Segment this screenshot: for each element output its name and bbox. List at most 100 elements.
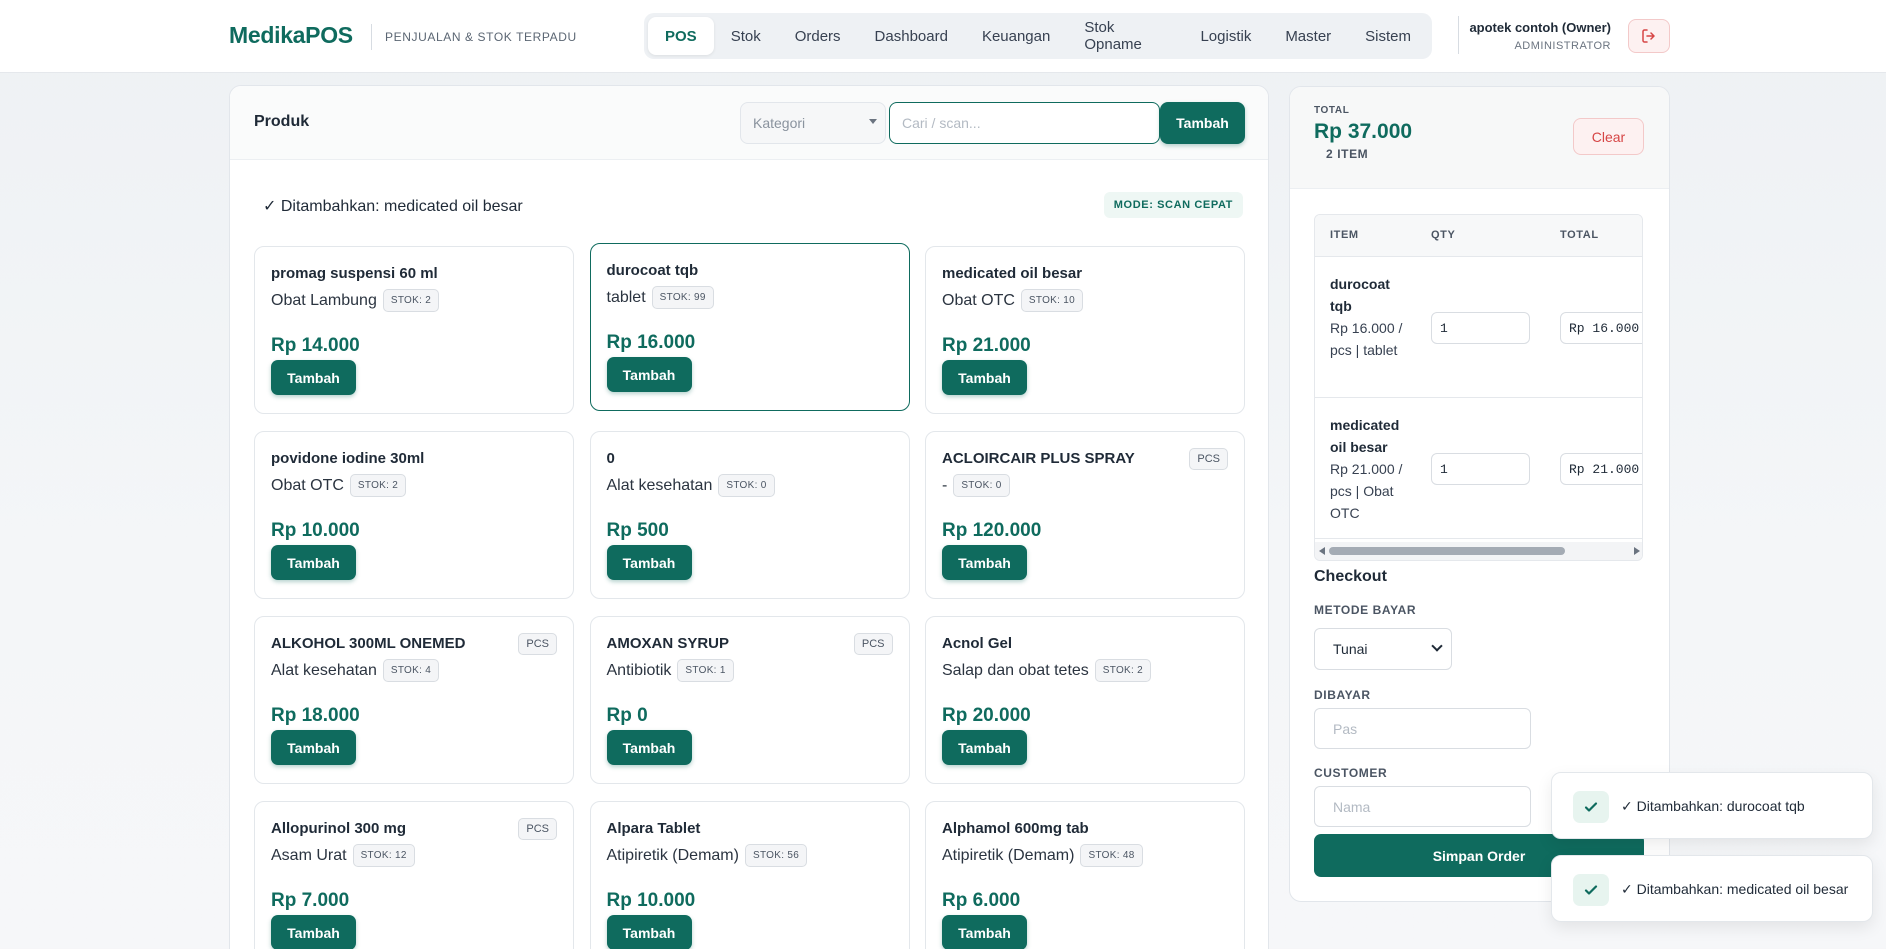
product-name: povidone iodine 30ml	[271, 450, 425, 467]
stock-badge: STOK: 10	[1020, 289, 1084, 312]
cart-item-name: durocoat tqb	[1330, 276, 1390, 314]
unit-badge: PCS	[853, 633, 893, 655]
line-total-input[interactable]	[1560, 453, 1642, 485]
product-category: Alat kesehatan	[271, 661, 377, 679]
payment-method-label: METODE BAYAR	[1314, 603, 1417, 617]
add-to-cart-button[interactable]: Tambah	[271, 360, 356, 395]
product-card[interactable]: medicated oil besar Obat OTC STOK: 10 Rp 21…	[925, 246, 1245, 414]
product-card[interactable]: ALKOHOL 300ML ONEMED PCS Alat kesehatan STO…	[254, 616, 574, 784]
nav-item-orders[interactable]: Orders	[778, 17, 858, 55]
add-to-cart-button[interactable]: Tambah	[606, 915, 692, 949]
stock-badge: STOK: 12	[352, 844, 415, 867]
add-to-cart-button[interactable]: Tambah	[271, 545, 356, 580]
product-category-row: Alat kesehatan STOK: 0	[607, 474, 775, 497]
product-category: Atipiretik (Demam)	[606, 846, 739, 864]
nav-item-keuangan[interactable]: Keuangan	[965, 17, 1067, 55]
brand-logo[interactable]: MedikaPOS	[229, 22, 353, 49]
category-select-label: Kategori	[753, 115, 806, 131]
product-card[interactable]: povidone iodine 30ml Obat OTC STOK: 2 Rp 10…	[254, 431, 574, 599]
quantity-input[interactable]	[1431, 312, 1530, 344]
stock-badge: STOK: 2	[349, 474, 407, 497]
nav-item-master[interactable]: Master	[1268, 17, 1348, 55]
scrollbar-thumb[interactable]	[1329, 547, 1565, 555]
product-card[interactable]: Alphamol 600mg tab Atipiretik (Demam) STOK…	[925, 801, 1245, 949]
scan-mode-badge: MODE: SCAN CEPAT	[1103, 192, 1243, 218]
logout-button[interactable]	[1628, 19, 1670, 53]
clear-cart-button[interactable]: Clear	[1573, 118, 1644, 155]
search-input[interactable]	[889, 102, 1160, 144]
product-grid: promag suspensi 60 ml Obat Lambung STOK: 2…	[254, 243, 1245, 949]
product-card[interactable]: Acnol Gel Salap dan obat tetes STOK: 2 Rp 2…	[925, 616, 1245, 784]
add-to-cart-button[interactable]: Tambah	[606, 357, 692, 392]
product-category: Asam Urat	[271, 846, 347, 864]
customer-label: CUSTOMER	[1314, 766, 1388, 780]
product-card[interactable]: ACLOIRCAIR PLUS SPRAY PCS - STOK: 0 Rp 120.0…	[925, 431, 1245, 599]
scroll-right-icon[interactable]	[1634, 547, 1640, 555]
paid-amount-input[interactable]	[1314, 708, 1531, 749]
toast-notification[interactable]: ✓ Ditambahkan: medicated oil besar	[1551, 855, 1873, 922]
product-category: Obat Lambung	[271, 291, 377, 309]
nav-item-stok[interactable]: Stok	[714, 17, 778, 55]
product-card[interactable]: AMOXAN SYRUP PCS Antibiotik STOK: 1 Rp 0 Tamb…	[589, 616, 910, 784]
top-bar: MedikaPOS PENJUALAN & STOK TERPADU POS St…	[0, 0, 1886, 73]
add-to-cart-button[interactable]: Tambah	[942, 545, 1027, 580]
add-to-cart-button[interactable]: Tambah	[271, 915, 356, 949]
product-category: Obat OTC	[271, 476, 344, 494]
add-to-cart-button[interactable]: Tambah	[271, 730, 356, 765]
add-to-cart-button[interactable]: Tambah	[606, 545, 692, 580]
toast-notification[interactable]: ✓ Ditambahkan: durocoat tqb	[1551, 772, 1873, 839]
payment-method-select[interactable]: Tunai	[1314, 628, 1452, 670]
product-card[interactable]: Allopurinol 300 mg PCS Asam Urat STOK: 12 Rp…	[254, 801, 574, 949]
add-to-cart-button[interactable]: Tambah	[942, 730, 1027, 765]
stock-badge: STOK: 99	[651, 286, 714, 309]
category-select[interactable]: Kategori	[740, 102, 886, 144]
user-divider	[1458, 16, 1459, 54]
last-added-message: ✓ Ditambahkan: medicated oil besar	[263, 198, 523, 215]
nav-item-sistem[interactable]: Sistem	[1348, 17, 1428, 55]
add-to-cart-button[interactable]: Tambah	[606, 730, 692, 765]
product-price: Rp 6.000	[942, 890, 1021, 911]
product-category-row: Alat kesehatan STOK: 4	[271, 659, 440, 682]
customer-name-input[interactable]	[1314, 786, 1531, 827]
check-icon	[1573, 874, 1609, 906]
product-card[interactable]: durocoat tqb tablet STOK: 99 Rp 16.000 Tamba…	[589, 243, 910, 411]
add-to-cart-button[interactable]: Tambah	[942, 915, 1027, 949]
product-card[interactable]: 0 Alat kesehatan STOK: 0 Rp 500 Tambah	[589, 431, 910, 599]
product-card[interactable]: promag suspensi 60 ml Obat Lambung STOK: 2…	[254, 246, 574, 414]
product-category-row: Antibiotik STOK: 1	[607, 659, 734, 682]
product-price: Rp 120.000	[942, 520, 1042, 541]
cart-total-label: TOTAL	[1314, 105, 1350, 116]
product-panel: Produk Kategori Tambah ✓ Ditambahkan: me…	[229, 85, 1269, 949]
product-panel-title: Produk	[254, 113, 310, 130]
product-price: Rp 0	[606, 705, 648, 726]
checkout-title: Checkout	[1314, 568, 1387, 585]
logout-icon	[1642, 29, 1655, 43]
line-total-input[interactable]	[1560, 312, 1642, 344]
cart-row: durocoat tqb Rp 16.000 / pcs | tablet	[1315, 257, 1642, 398]
search-add-button[interactable]: Tambah	[1160, 102, 1245, 144]
scroll-left-icon[interactable]	[1319, 547, 1325, 555]
stock-badge: STOK: 2	[1094, 659, 1152, 682]
product-name: medicated oil besar	[942, 265, 1083, 282]
add-to-cart-button[interactable]: Tambah	[942, 360, 1027, 395]
product-category: tablet	[606, 288, 646, 306]
product-name: ACLOIRCAIR PLUS SPRAY	[942, 450, 1135, 467]
product-card[interactable]: Alpara Tablet Atipiretik (Demam) STOK: 56 R…	[589, 801, 910, 949]
nav-item-dashboard[interactable]: Dashboard	[858, 17, 965, 55]
cart-table-header: ITEM QTY TOTAL	[1315, 215, 1642, 257]
stock-badge: STOK: 0	[953, 474, 1010, 497]
product-name: Alphamol 600mg tab	[942, 820, 1089, 837]
product-price: Rp 20.000	[942, 705, 1031, 726]
product-category: Alat kesehatan	[606, 476, 713, 494]
quantity-input[interactable]	[1431, 453, 1530, 485]
product-category-row: - STOK: 0	[942, 474, 1010, 497]
product-category-row: Obat OTC STOK: 10	[942, 289, 1084, 312]
nav-item-pos[interactable]: POS	[648, 17, 714, 55]
horizontal-scrollbar[interactable]	[1315, 542, 1642, 560]
cart-table: ITEM QTY TOTAL durocoat tqb Rp 16.000 / p…	[1314, 214, 1643, 561]
nav-item-logistik[interactable]: Logistik	[1183, 17, 1268, 55]
product-category: -	[942, 476, 948, 494]
stock-badge: STOK: 2	[382, 289, 440, 312]
unit-badge: PCS	[518, 818, 557, 840]
nav-item-stok-opname[interactable]: Stok Opname	[1067, 17, 1183, 55]
